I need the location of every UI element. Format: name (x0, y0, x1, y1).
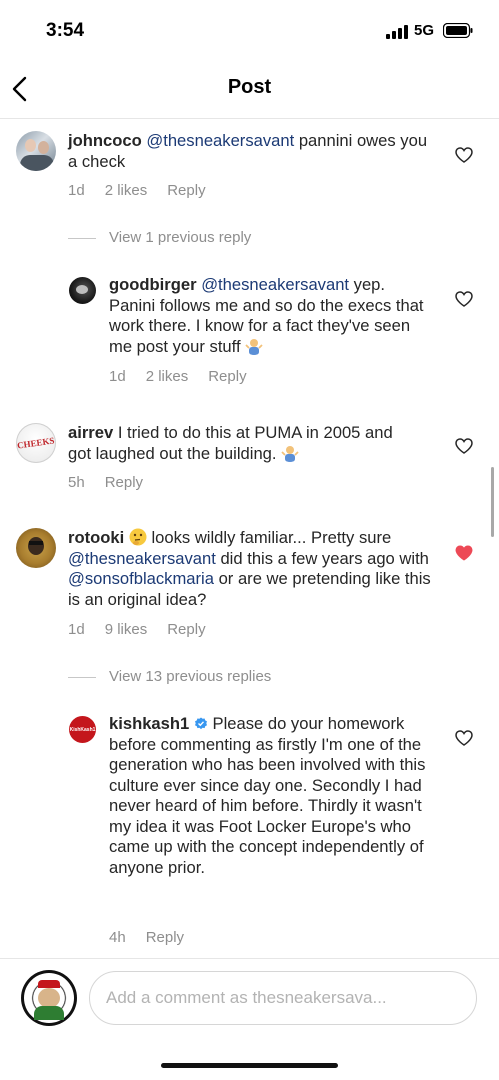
comment-text: rotooki looks wildly familiar... Pretty … (68, 528, 438, 610)
comment-username[interactable]: rotooki (68, 528, 124, 547)
comment-username[interactable]: airrev (68, 423, 113, 442)
scrollbar[interactable] (491, 467, 494, 537)
comment-time: 1d (68, 621, 85, 638)
page-title: Post (227, 76, 272, 98)
view-previous-replies[interactable]: View 13 previous replies (109, 668, 271, 685)
comment-mention[interactable]: @thesneakersavant (68, 549, 216, 568)
comment-likes[interactable]: 2 likes (105, 182, 148, 199)
comment-meta: 5h Reply (68, 474, 163, 491)
comment-body: did this a few years ago with (215, 548, 429, 568)
avatar-johncoco[interactable] (16, 131, 56, 171)
battery-icon (443, 23, 473, 38)
comment-text: goodbirger @thesneakersavant yep. Panini… (109, 275, 429, 357)
avatar-rotooki[interactable] (16, 528, 56, 568)
comment-username[interactable]: johncoco (68, 131, 142, 150)
verified-badge-icon (194, 717, 207, 730)
avatar-kishkash1[interactable]: KishKash1 (69, 716, 96, 743)
comment-mention[interactable]: @thesneakersavant (201, 275, 349, 294)
thinking-face-emoji (129, 528, 147, 546)
heart-outline-icon[interactable] (455, 438, 473, 454)
comment-username[interactable]: kishkash1 (109, 714, 189, 733)
person-shrugging-emoji (281, 445, 299, 462)
comment-meta: 1d 2 likes Reply (109, 368, 267, 385)
heart-filled-icon[interactable] (455, 545, 473, 561)
reply-button[interactable]: Reply (208, 368, 246, 385)
reply-button[interactable]: Reply (105, 474, 143, 491)
avatar-goodbirger[interactable] (69, 277, 96, 304)
comment-input-box[interactable] (89, 971, 477, 1025)
comment-time: 4h (109, 929, 126, 946)
comment-time: 1d (109, 368, 126, 385)
comment-likes[interactable]: 2 likes (146, 368, 189, 385)
comment-meta: 1d 2 likes Reply (68, 182, 226, 199)
reply-button[interactable]: Reply (167, 182, 205, 199)
cellular-signal-icon (386, 25, 408, 39)
header-divider (0, 118, 499, 119)
comment-mention[interactable]: @sonsofblackmaria (68, 569, 214, 588)
avatar-text: KishKash1 (69, 726, 96, 733)
comment-mention[interactable]: @thesneakersavant (146, 131, 294, 150)
comment-likes[interactable]: 9 likes (105, 621, 148, 638)
composer-divider (0, 958, 499, 959)
comment-input[interactable] (104, 972, 448, 1024)
comment-text: airrev I tried to do this at PUMA in 200… (68, 423, 408, 464)
comment-meta: 1d 9 likes Reply (68, 621, 226, 638)
comment-username[interactable]: goodbirger (109, 275, 197, 294)
avatar-text: CHEEKS (16, 435, 56, 451)
comment-time: 5h (68, 474, 85, 491)
reply-button[interactable]: Reply (167, 621, 205, 638)
view-replies-line (68, 238, 96, 239)
person-shrugging-emoji (245, 338, 263, 355)
heart-outline-icon[interactable] (455, 147, 473, 163)
home-indicator[interactable] (161, 1063, 338, 1068)
heart-outline-icon[interactable] (455, 730, 473, 746)
status-time: 3:54 (46, 20, 85, 41)
avatar-current-user[interactable] (21, 970, 77, 1026)
comment-text: johncoco @thesneakersavant pannini owes … (68, 131, 428, 172)
comment-body: Please do your homework before commentin… (109, 714, 426, 877)
network-type: 5G (414, 22, 435, 39)
avatar-airrev[interactable]: CHEEKS (16, 423, 56, 463)
reply-button[interactable]: Reply (146, 929, 184, 946)
heart-outline-icon[interactable] (455, 291, 473, 307)
view-replies-line (68, 677, 96, 678)
comment-body: looks wildly familiar... Pretty sure (146, 528, 392, 547)
view-previous-replies[interactable]: View 1 previous reply (109, 229, 251, 246)
comment-body: I tried to do this at PUMA in 2005 and g… (68, 423, 393, 463)
comment-text: kishkash1 Please do your homework before… (109, 714, 427, 878)
comment-time: 1d (68, 182, 85, 199)
comment-meta: 4h Reply (109, 929, 204, 946)
